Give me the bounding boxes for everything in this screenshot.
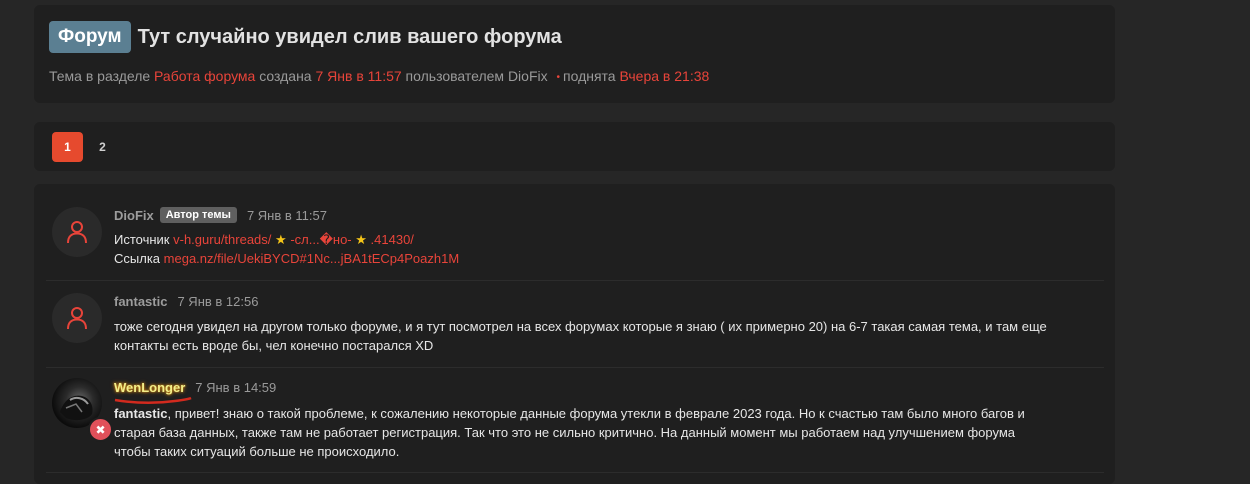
post-date[interactable]: 7 Янв в 14:59 xyxy=(195,380,276,395)
username[interactable]: DioFix xyxy=(114,208,154,223)
pagination: 1 2 xyxy=(34,122,1115,171)
post-body: Источник v-h.guru/threads/ ★ -сл...�но- … xyxy=(114,230,459,268)
post-line: контакты есть вроде бы, чел конечно пост… xyxy=(114,338,434,353)
avatar[interactable] xyxy=(52,207,102,257)
user-icon xyxy=(67,307,87,330)
post-header: WenLonger 7 Янв в 14:59 xyxy=(114,380,276,395)
link-part: v-h.guru/threads/ xyxy=(173,232,272,247)
post-header: DioFix Автор темы 7 Янв в 11:57 xyxy=(114,207,327,223)
author-badge: Автор темы xyxy=(159,207,237,223)
avatar[interactable] xyxy=(52,293,102,343)
author-link[interactable]: DioFix xyxy=(508,68,548,84)
created-date-link[interactable]: 7 Янв в 11:57 xyxy=(315,68,401,84)
meta-text: созданa xyxy=(259,68,312,84)
page-button-1[interactable]: 1 xyxy=(52,132,83,162)
post-line: тоже сегодня увидел на другом только фор… xyxy=(114,319,1047,334)
link-part: .41430/ xyxy=(370,232,414,247)
link-part: -сл...�но- xyxy=(290,232,352,247)
posts-list: DioFix Автор темы 7 Янв в 11:57 Источник… xyxy=(34,184,1115,484)
user-icon xyxy=(67,221,87,244)
meta-text: пользователем xyxy=(405,68,505,84)
post-divider xyxy=(46,472,1104,473)
source-link[interactable]: v-h.guru/threads/ ★ -сл...�но- ★ .41430/ xyxy=(173,232,414,247)
post-divider xyxy=(46,367,1104,368)
link-label: Ссылка xyxy=(114,251,161,266)
meta-text: Тема в разделе xyxy=(49,68,151,84)
post-body: fantastic, привет! знаю о такой проблеме… xyxy=(114,404,1025,461)
post-date[interactable]: 7 Янв в 11:57 xyxy=(247,208,327,223)
thread-header: Форум Тут случайно увидел слив вашего фо… xyxy=(34,5,1115,103)
post-line: fantastic, привет! знаю о такой проблеме… xyxy=(114,404,1025,423)
post-divider xyxy=(46,280,1104,281)
star-icon: ★ xyxy=(355,232,367,247)
post-header: fantastic 7 Янв в 12:56 xyxy=(114,294,258,309)
separator-dot: • xyxy=(556,72,561,83)
title-row: Форум Тут случайно увидел слив вашего фо… xyxy=(49,21,562,53)
post-date[interactable]: 7 Янв в 12:56 xyxy=(177,294,258,309)
username[interactable]: WenLonger xyxy=(114,380,185,395)
star-icon: ★ xyxy=(275,232,287,247)
mega-link[interactable]: mega.nz/file/UekiBYCD#1Nc...jBA1tECp4Poa… xyxy=(164,251,460,266)
thread-prefix-badge[interactable]: Форум xyxy=(49,21,131,53)
post-text: , привет! знаю о такой проблеме, к сожал… xyxy=(167,406,1025,421)
thread-title: Тут случайно увидел слив вашего форума xyxy=(137,25,562,48)
post-body: тоже сегодня увидел на другом только фор… xyxy=(114,317,1047,355)
bumped-date-link[interactable]: Вчера в 21:38 xyxy=(620,68,710,84)
post-line: чтобы таких ситуаций больше не происходи… xyxy=(114,444,400,459)
meta-text: поднята xyxy=(563,68,616,84)
section-link[interactable]: Работа форума xyxy=(154,68,255,84)
username[interactable]: fantastic xyxy=(114,294,167,309)
post-line: Источник v-h.guru/threads/ ★ -сл...�но- … xyxy=(114,230,459,249)
thread-meta: Тема в разделе Работа форума созданa 7 Я… xyxy=(49,68,709,84)
post-line: старая база данных, также там не работае… xyxy=(114,425,1016,440)
mention-link[interactable]: fantastic xyxy=(114,406,167,421)
source-label: Источник xyxy=(114,232,170,247)
post-line: Ссылка mega.nz/file/UekiBYCD#1Nc...jBA1t… xyxy=(114,249,459,268)
page-button-2[interactable]: 2 xyxy=(87,132,118,162)
banned-icon: ✖ xyxy=(88,417,113,442)
